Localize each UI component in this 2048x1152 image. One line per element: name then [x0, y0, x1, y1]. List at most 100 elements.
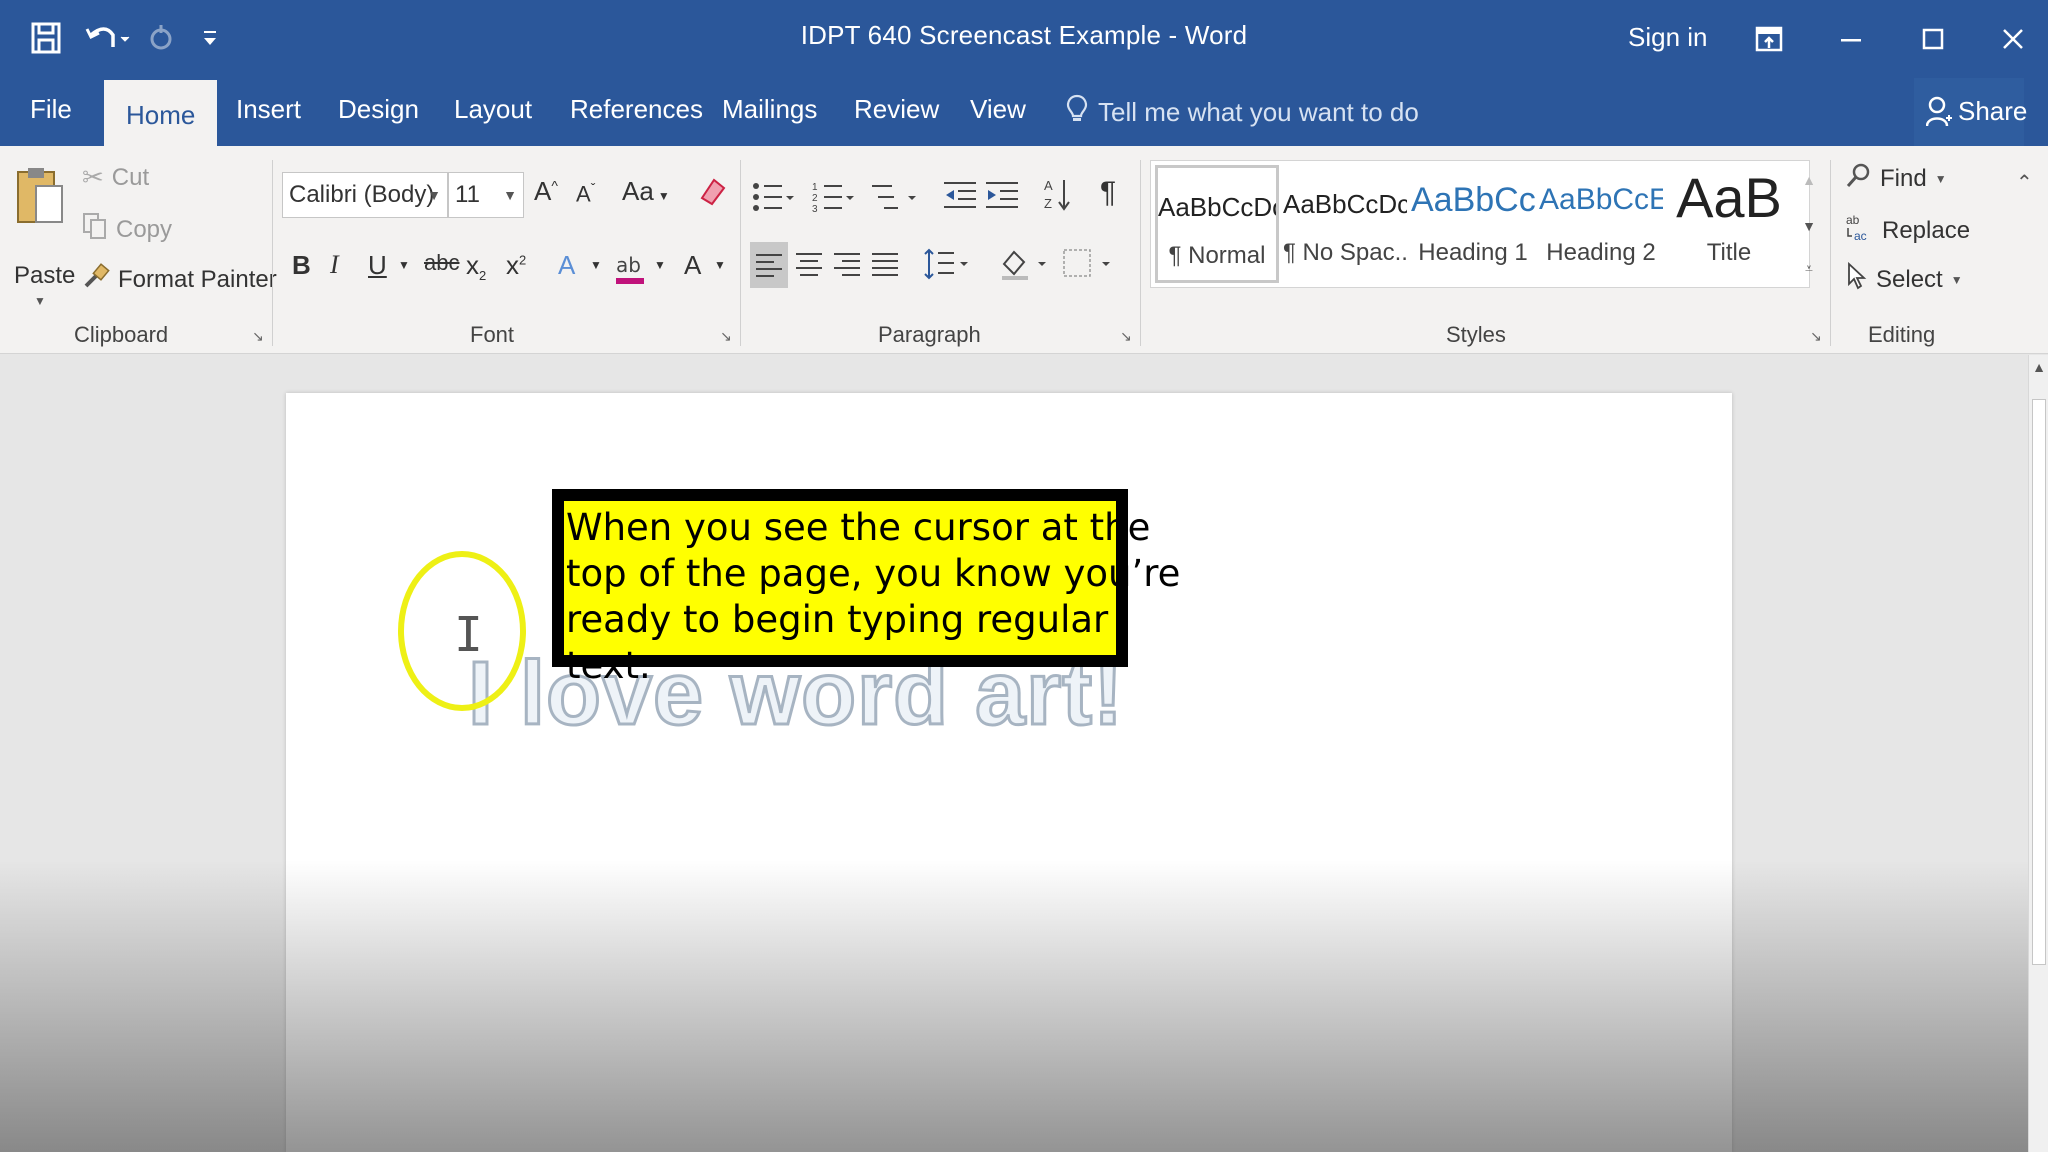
- style-preview: AaBbCcE: [1539, 183, 1663, 216]
- highlight-color-icon[interactable]: ab: [614, 250, 648, 293]
- font-size-combo[interactable]: 11 ▼: [448, 172, 524, 218]
- chevron-down-icon: ▼: [1934, 171, 1947, 186]
- annotation-callout: When you see the cursor at the top of th…: [552, 489, 1180, 687]
- svg-text:ab: ab: [1846, 213, 1860, 227]
- callout-text: When you see the cursor at the top of th…: [566, 506, 1181, 687]
- replace-button[interactable]: ab ac Replace: [1846, 212, 1970, 249]
- collapse-ribbon-icon[interactable]: ⌃: [2016, 170, 2033, 195]
- borders-icon[interactable]: [1062, 248, 1112, 287]
- document-page[interactable]: I love word art! I When you see the curs…: [286, 393, 1732, 1152]
- sort-icon[interactable]: AZ: [1044, 176, 1072, 221]
- subscript-icon[interactable]: x2: [466, 250, 486, 283]
- style-title[interactable]: AaB Title: [1667, 165, 1791, 283]
- align-left-icon[interactable]: [750, 242, 788, 288]
- clear-formatting-icon[interactable]: [698, 174, 728, 215]
- grow-font-icon[interactable]: A^: [534, 176, 558, 207]
- style-preview: AaBbCc: [1411, 181, 1535, 219]
- clipboard-icon: [14, 164, 66, 233]
- close-icon[interactable]: [1988, 14, 2038, 64]
- scrollbar-thumb[interactable]: [2032, 399, 2046, 965]
- strikethrough-icon[interactable]: abc: [424, 250, 459, 276]
- tab-home[interactable]: Home: [104, 80, 218, 146]
- align-center-icon[interactable]: [796, 252, 822, 283]
- style-name: Heading 1: [1418, 239, 1528, 266]
- styles-dialog-launcher-icon[interactable]: ↘: [1810, 328, 1822, 345]
- italic-icon[interactable]: I: [330, 250, 339, 280]
- sign-in-link[interactable]: Sign in: [1628, 22, 1708, 53]
- format-painter-label: Format Painter: [118, 265, 277, 293]
- share-button[interactable]: Share: [1914, 78, 2027, 146]
- document-title: IDPT 640 Screencast Example - Word: [800, 20, 1248, 50]
- shading-icon[interactable]: [998, 246, 1048, 289]
- vertical-scrollbar[interactable]: ▲: [2028, 355, 2048, 1152]
- change-case-label: Aa: [622, 176, 654, 206]
- copy-button[interactable]: Copy: [82, 212, 172, 247]
- format-painter-button[interactable]: Format Painter: [82, 262, 277, 297]
- show-formatting-icon[interactable]: ¶: [1100, 176, 1116, 210]
- tab-review[interactable]: Review: [854, 94, 939, 130]
- tab-file[interactable]: File: [30, 94, 72, 130]
- shrink-font-icon[interactable]: Aˇ: [576, 180, 595, 207]
- decrease-indent-icon[interactable]: [944, 180, 976, 217]
- style-normal[interactable]: AaBbCcDc ¶ Normal: [1155, 165, 1279, 283]
- line-spacing-icon[interactable]: [924, 248, 968, 287]
- svg-text:3: 3: [812, 204, 818, 214]
- chevron-down-icon[interactable]: ▼: [398, 258, 410, 272]
- gallery-more-icon[interactable]: ⩡: [1798, 260, 1820, 277]
- gallery-scroll-up-icon[interactable]: ▲: [1798, 172, 1820, 188]
- text-effects-icon[interactable]: A: [558, 250, 575, 281]
- align-right-icon[interactable]: [834, 252, 860, 283]
- maximize-icon[interactable]: [1908, 14, 1958, 64]
- scroll-up-icon[interactable]: ▲: [2029, 359, 2048, 381]
- chevron-down-icon[interactable]: ▼: [590, 258, 602, 272]
- minimize-icon[interactable]: [1826, 14, 1876, 64]
- tab-design[interactable]: Design: [338, 94, 419, 130]
- bullets-icon[interactable]: [752, 180, 794, 221]
- increase-indent-icon[interactable]: [986, 180, 1018, 217]
- style-no-spacing[interactable]: AaBbCcDc ¶ No Spac...: [1283, 165, 1407, 283]
- gallery-scroll-down-icon[interactable]: ▼: [1798, 218, 1820, 234]
- paste-dropdown-icon[interactable]: ▼: [34, 294, 46, 308]
- font-name-value: Calibri (Body): [289, 181, 435, 208]
- editing-group-label: Editing: [1868, 322, 1936, 347]
- chevron-down-icon[interactable]: ▼: [654, 258, 666, 272]
- tab-insert[interactable]: Insert: [236, 94, 301, 130]
- select-button[interactable]: Select ▼: [1846, 261, 1963, 297]
- chevron-down-icon: ▼: [503, 187, 517, 203]
- chevron-down-icon[interactable]: ▼: [714, 258, 726, 272]
- chevron-down-icon: ▼: [657, 189, 670, 203]
- clipboard-dialog-launcher-icon[interactable]: ↘: [252, 328, 264, 345]
- svg-text:ab: ab: [616, 253, 641, 277]
- font-color-icon[interactable]: A: [684, 250, 701, 281]
- magnifier-icon: [1846, 162, 1872, 195]
- group-separator: [272, 160, 273, 346]
- tab-mailings[interactable]: Mailings: [722, 94, 817, 130]
- cut-button[interactable]: ✂ Cut: [82, 162, 149, 193]
- bold-icon[interactable]: B: [292, 250, 311, 281]
- multilevel-list-icon[interactable]: [872, 180, 916, 221]
- style-preview: AaB: [1676, 166, 1782, 229]
- group-separator: [1830, 160, 1831, 346]
- copy-icon: [82, 212, 108, 247]
- svg-text:Z: Z: [1044, 196, 1052, 211]
- tab-layout[interactable]: Layout: [454, 94, 532, 130]
- font-name-combo[interactable]: Calibri (Body) ▼: [282, 172, 448, 218]
- tab-view[interactable]: View: [970, 94, 1026, 130]
- ribbon-display-options-icon[interactable]: [1744, 14, 1794, 64]
- font-group-label: Font: [470, 322, 515, 347]
- superscript-icon[interactable]: x2: [506, 250, 526, 281]
- style-heading-1[interactable]: AaBbCc Heading 1: [1411, 165, 1535, 283]
- font-dialog-launcher-icon[interactable]: ↘: [720, 328, 732, 345]
- paste-button[interactable]: Paste ▼: [8, 164, 75, 308]
- justify-icon[interactable]: [872, 252, 898, 283]
- paragraph-dialog-launcher-icon[interactable]: ↘: [1120, 328, 1132, 345]
- tab-references[interactable]: References: [570, 94, 703, 130]
- change-case-button[interactable]: Aa ▼: [622, 176, 670, 207]
- numbering-icon[interactable]: 123: [812, 180, 854, 221]
- underline-icon[interactable]: U: [368, 250, 387, 281]
- lightbulb-icon: [1066, 94, 1088, 131]
- style-heading-2[interactable]: AaBbCcE Heading 2: [1539, 165, 1663, 283]
- find-button[interactable]: Find ▼: [1846, 162, 1947, 195]
- styles-gallery: AaBbCcDc ¶ Normal AaBbCcDc ¶ No Spac... …: [1150, 160, 1810, 288]
- tell-me-search[interactable]: Tell me what you want to do: [1066, 94, 1419, 131]
